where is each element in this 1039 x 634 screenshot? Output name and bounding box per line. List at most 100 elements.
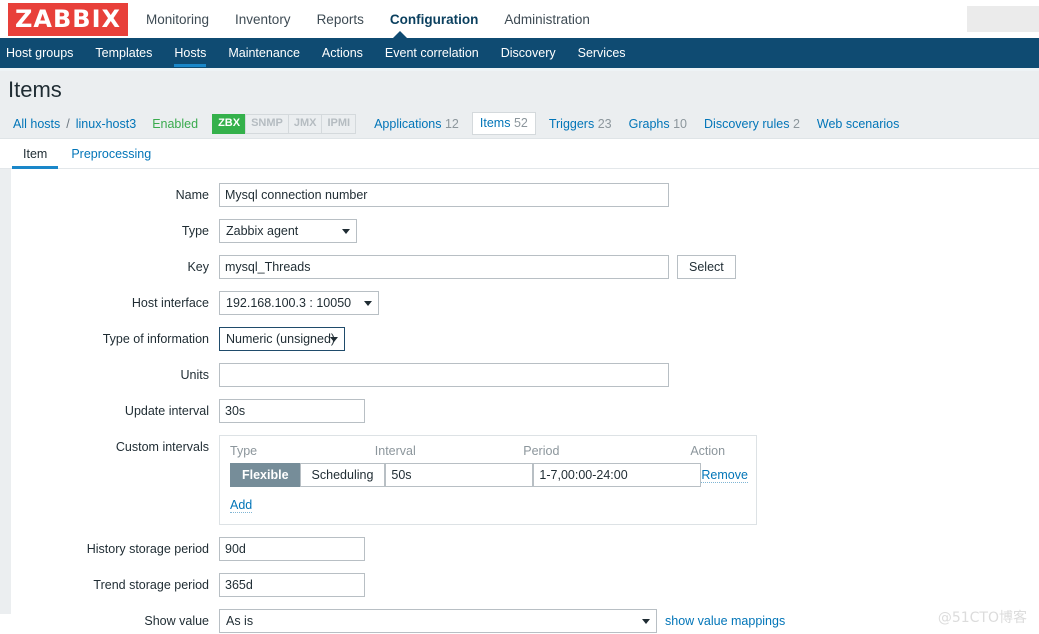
- field-show-value: Show value As is show value mappings: [11, 609, 1039, 633]
- column-header-action: Action: [690, 444, 726, 458]
- type-of-information-select[interactable]: Numeric (unsigned): [219, 327, 345, 351]
- interface-badges: ZBX SNMP JMX IPMI: [212, 113, 357, 134]
- field-host-interface-label: Host interface: [131, 296, 209, 310]
- breadcrumb-all-hosts[interactable]: All hosts: [13, 117, 60, 131]
- type-select-value: Zabbix agent: [226, 224, 299, 238]
- interval-type-toggle: Flexible Scheduling: [230, 463, 386, 487]
- chevron-down-icon: [342, 229, 350, 234]
- left-margin-strip: [0, 169, 11, 614]
- field-type: Type Zabbix agent: [11, 219, 1039, 243]
- field-name-label: Name: [175, 188, 209, 202]
- subnav-item-hosts[interactable]: Hosts: [174, 38, 206, 68]
- host-link-applications-label: Applications: [374, 116, 442, 131]
- custom-intervals-header-row: Type Interval Period Action: [230, 444, 746, 458]
- field-type-of-information: Type of information Numeric (unsigned): [11, 327, 1039, 351]
- period-cell: [533, 463, 702, 487]
- zabbix-logo[interactable]: ZABBIX: [8, 2, 128, 36]
- chevron-down-icon: [364, 301, 372, 306]
- breadcrumb-separator: /: [66, 116, 70, 131]
- nav-item-inventory[interactable]: Inventory: [235, 12, 291, 27]
- units-input[interactable]: [219, 363, 669, 387]
- interval-type-scheduling-button[interactable]: Scheduling: [299, 463, 386, 487]
- host-link-applications-count: 12: [444, 116, 459, 131]
- host-link-items[interactable]: Items 52: [471, 112, 536, 135]
- item-form: Name Type Zabbix agent Key Sel: [11, 169, 1039, 633]
- type-of-information-select-value: Numeric (unsigned): [226, 332, 336, 346]
- host-link-triggers-count: 23: [597, 116, 612, 131]
- history-storage-period-input[interactable]: [219, 537, 365, 561]
- column-header-period: Period: [523, 444, 560, 458]
- action-cell: Remove: [701, 466, 748, 484]
- add-interval-row: Add: [230, 496, 746, 514]
- add-interval-link[interactable]: Add: [230, 498, 253, 513]
- key-input[interactable]: [219, 255, 669, 279]
- top-header: ZABBIX Monitoring Inventory Reports Conf…: [0, 0, 1039, 38]
- host-status-badge: Enabled: [152, 116, 199, 131]
- remove-interval-link[interactable]: Remove: [701, 468, 748, 483]
- breadcrumb: All hosts / linux-host3 Enabled ZBX SNMP…: [0, 109, 1039, 139]
- host-link-items-count: 52: [513, 116, 528, 130]
- host-object-links: Applications 12 Items 52 Triggers 23 Gra…: [374, 112, 899, 135]
- subnav-item-templates[interactable]: Templates: [95, 38, 152, 68]
- key-select-button[interactable]: Select: [677, 255, 736, 279]
- host-link-triggers[interactable]: Triggers 23: [549, 117, 612, 131]
- custom-interval-row: Flexible Scheduling Remov: [230, 463, 748, 487]
- custom-intervals-table: Type Interval Period Action Flexible Sch…: [219, 435, 757, 525]
- trend-storage-period-input[interactable]: [219, 573, 365, 597]
- host-link-discovery-rules-label: Discovery rules: [704, 116, 790, 131]
- tab-preprocessing[interactable]: Preprocessing: [59, 147, 163, 168]
- interval-input[interactable]: [385, 463, 534, 487]
- host-link-graphs[interactable]: Graphs 10: [629, 117, 687, 131]
- interface-badge-ipmi: IPMI: [321, 113, 357, 134]
- subnav-item-actions[interactable]: Actions: [322, 38, 363, 68]
- subnav-item-discovery[interactable]: Discovery: [501, 38, 556, 68]
- subnav-item-services[interactable]: Services: [578, 38, 626, 68]
- zabbix-items-configuration-page: ZABBIX Monitoring Inventory Reports Conf…: [0, 0, 1039, 634]
- form-tabs: Item Preprocessing: [0, 139, 1039, 169]
- column-header-interval: Interval: [374, 444, 416, 458]
- host-link-discovery-rules[interactable]: Discovery rules 2: [704, 117, 800, 131]
- show-value-select-value: As is: [226, 614, 254, 628]
- host-link-applications[interactable]: Applications 12: [374, 117, 459, 131]
- watermark: @51CTO博客: [937, 610, 1027, 626]
- host-interface-select[interactable]: 192.168.100.3 : 10050: [219, 291, 379, 315]
- period-input[interactable]: [533, 463, 702, 487]
- field-units: Units: [11, 363, 1039, 387]
- section-navigation: Host groups Templates Hosts Maintenance …: [0, 31, 1039, 68]
- field-key: Key Select: [11, 255, 1039, 279]
- subnav-item-event-correlation[interactable]: Event correlation: [385, 38, 479, 68]
- host-link-items-label: Items: [479, 116, 511, 130]
- tab-item[interactable]: Item: [11, 147, 59, 169]
- page-title-bar: Items: [0, 71, 1039, 109]
- interval-cell: [385, 463, 534, 487]
- breadcrumb-host[interactable]: linux-host3: [76, 117, 136, 131]
- show-value-select[interactable]: As is: [219, 609, 657, 633]
- host-link-web-scenarios[interactable]: Web scenarios: [817, 117, 899, 131]
- nav-item-reports[interactable]: Reports: [317, 12, 364, 27]
- nav-item-administration[interactable]: Administration: [504, 12, 590, 27]
- type-select[interactable]: Zabbix agent: [219, 219, 357, 243]
- name-input[interactable]: [219, 183, 669, 207]
- host-link-triggers-label: Triggers: [548, 116, 595, 131]
- global-search-input[interactable]: [967, 6, 1039, 32]
- show-value-mappings-link[interactable]: show value mappings: [665, 609, 785, 633]
- field-trend-storage-period-label: Trend storage period: [93, 578, 209, 592]
- field-key-label: Key: [187, 260, 209, 274]
- interface-badge-snmp: SNMP: [245, 113, 288, 134]
- field-type-of-information-label: Type of information: [102, 332, 209, 346]
- field-show-value-label: Show value: [144, 614, 209, 628]
- main-navigation: Monitoring Inventory Reports Configurati…: [146, 12, 590, 27]
- subnav-item-host-groups[interactable]: Host groups: [6, 38, 73, 68]
- interval-type-flexible-button[interactable]: Flexible: [230, 463, 300, 487]
- interface-badge-zbx: ZBX: [212, 113, 246, 134]
- update-interval-input[interactable]: [219, 399, 365, 423]
- field-type-label: Type: [181, 224, 209, 238]
- nav-item-monitoring[interactable]: Monitoring: [146, 12, 209, 27]
- nav-item-configuration[interactable]: Configuration: [390, 12, 478, 27]
- field-update-interval: Update interval: [11, 399, 1039, 423]
- field-name: Name: [11, 183, 1039, 207]
- field-units-label: Units: [180, 368, 209, 382]
- field-custom-intervals-label: Custom intervals: [115, 440, 209, 454]
- subnav-item-maintenance[interactable]: Maintenance: [228, 38, 300, 68]
- field-trend-storage-period: Trend storage period: [11, 573, 1039, 597]
